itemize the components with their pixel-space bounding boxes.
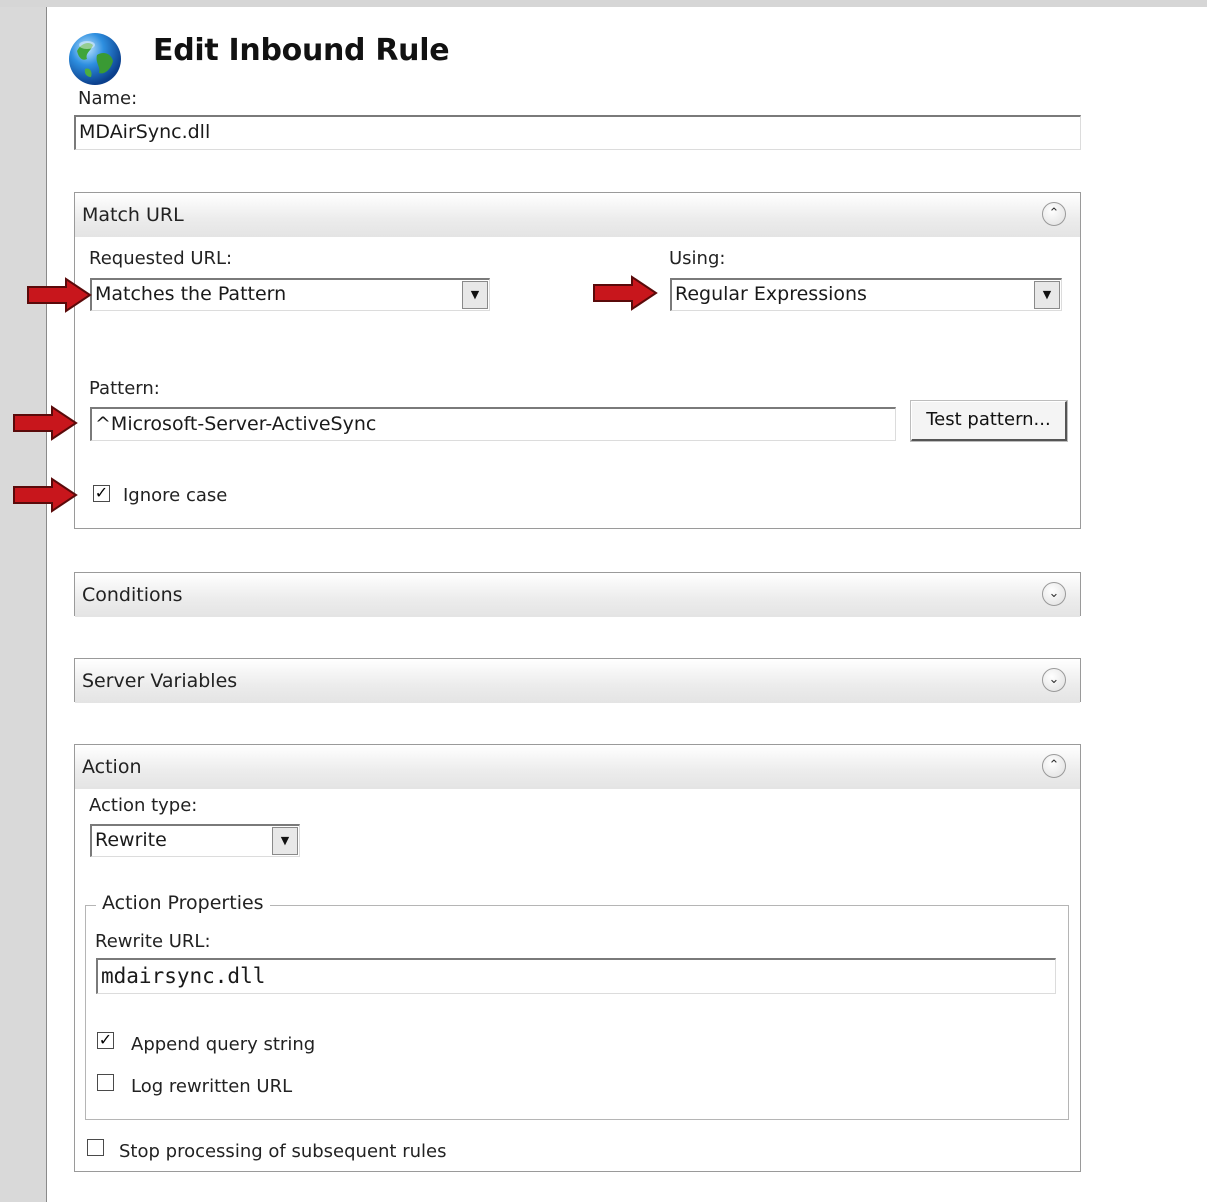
rewrite-url-input[interactable]: mdairsync.dll <box>96 958 1056 994</box>
server-variables-header[interactable]: Server Variables ⌄ <box>75 659 1080 703</box>
action-header[interactable]: Action ⌃ <box>75 745 1080 789</box>
rewrite-url-label: Rewrite URL: <box>95 931 211 952</box>
name-input[interactable]: MDAirSync.dll <box>74 115 1081 150</box>
log-rewritten-label: Log rewritten URL <box>131 1076 293 1097</box>
test-pattern-button[interactable]: Test pattern... <box>910 400 1068 442</box>
action-title: Action <box>82 756 142 778</box>
conditions-header[interactable]: Conditions ⌄ <box>75 573 1080 617</box>
server-variables-section[interactable]: Server Variables ⌄ <box>74 658 1081 703</box>
log-rewritten-checkbox[interactable] <box>97 1074 114 1091</box>
using-label: Using: <box>669 248 726 269</box>
stop-processing-label: Stop processing of subsequent rules <box>119 1141 447 1162</box>
action-type-label: Action type: <box>89 795 198 816</box>
red-arrow-icon <box>13 405 78 441</box>
dropdown-arrow-icon[interactable]: ▼ <box>272 827 298 855</box>
append-query-checkbox[interactable]: ✓ <box>97 1032 114 1049</box>
red-arrow-icon <box>593 275 658 311</box>
ignore-case-checkbox[interactable]: ✓ <box>93 485 110 502</box>
match-url-section: Match URL ⌃ Requested URL: Matches the P… <box>74 192 1081 529</box>
window-top-strip <box>0 0 1207 7</box>
action-type-value: Rewrite <box>95 829 167 851</box>
using-select[interactable]: Regular Expressions ▼ <box>670 278 1062 311</box>
action-properties-group: Action Properties Rewrite URL: mdairsync… <box>85 892 1069 1120</box>
append-query-label: Append query string <box>131 1034 316 1055</box>
dropdown-arrow-icon[interactable]: ▼ <box>1034 281 1060 309</box>
pattern-label: Pattern: <box>89 378 160 399</box>
red-arrow-icon <box>27 277 92 313</box>
chevron-up-icon[interactable]: ⌃ <box>1042 754 1066 778</box>
conditions-title: Conditions <box>82 584 183 606</box>
dropdown-arrow-icon[interactable]: ▼ <box>462 281 488 309</box>
requested-url-value: Matches the Pattern <box>95 283 287 305</box>
requested-url-label: Requested URL: <box>89 248 233 269</box>
red-arrow-icon <box>13 477 78 513</box>
stop-processing-checkbox[interactable] <box>87 1139 104 1156</box>
action-section: Action ⌃ Action type: Rewrite ▼ Action P… <box>74 744 1081 1172</box>
edit-inbound-rule-panel: Edit Inbound Rule Name: MDAirSync.dll Ma… <box>46 7 1207 1202</box>
chevron-up-icon[interactable]: ⌃ <box>1042 202 1066 226</box>
conditions-section[interactable]: Conditions ⌄ <box>74 572 1081 617</box>
server-variables-title: Server Variables <box>82 670 238 692</box>
action-type-select[interactable]: Rewrite ▼ <box>90 824 300 857</box>
using-value: Regular Expressions <box>675 283 867 305</box>
match-url-header[interactable]: Match URL ⌃ <box>75 193 1080 237</box>
name-label: Name: <box>78 88 138 109</box>
chevron-down-icon[interactable]: ⌄ <box>1042 582 1066 606</box>
match-url-title: Match URL <box>82 204 184 226</box>
page-title: Edit Inbound Rule <box>153 33 450 68</box>
requested-url-select[interactable]: Matches the Pattern ▼ <box>90 278 490 311</box>
action-properties-legend: Action Properties <box>96 892 270 914</box>
chevron-down-icon[interactable]: ⌄ <box>1042 668 1066 692</box>
globe-icon <box>69 33 121 85</box>
ignore-case-label: Ignore case <box>123 485 228 506</box>
pattern-input[interactable]: ^Microsoft-Server-ActiveSync <box>90 407 896 441</box>
